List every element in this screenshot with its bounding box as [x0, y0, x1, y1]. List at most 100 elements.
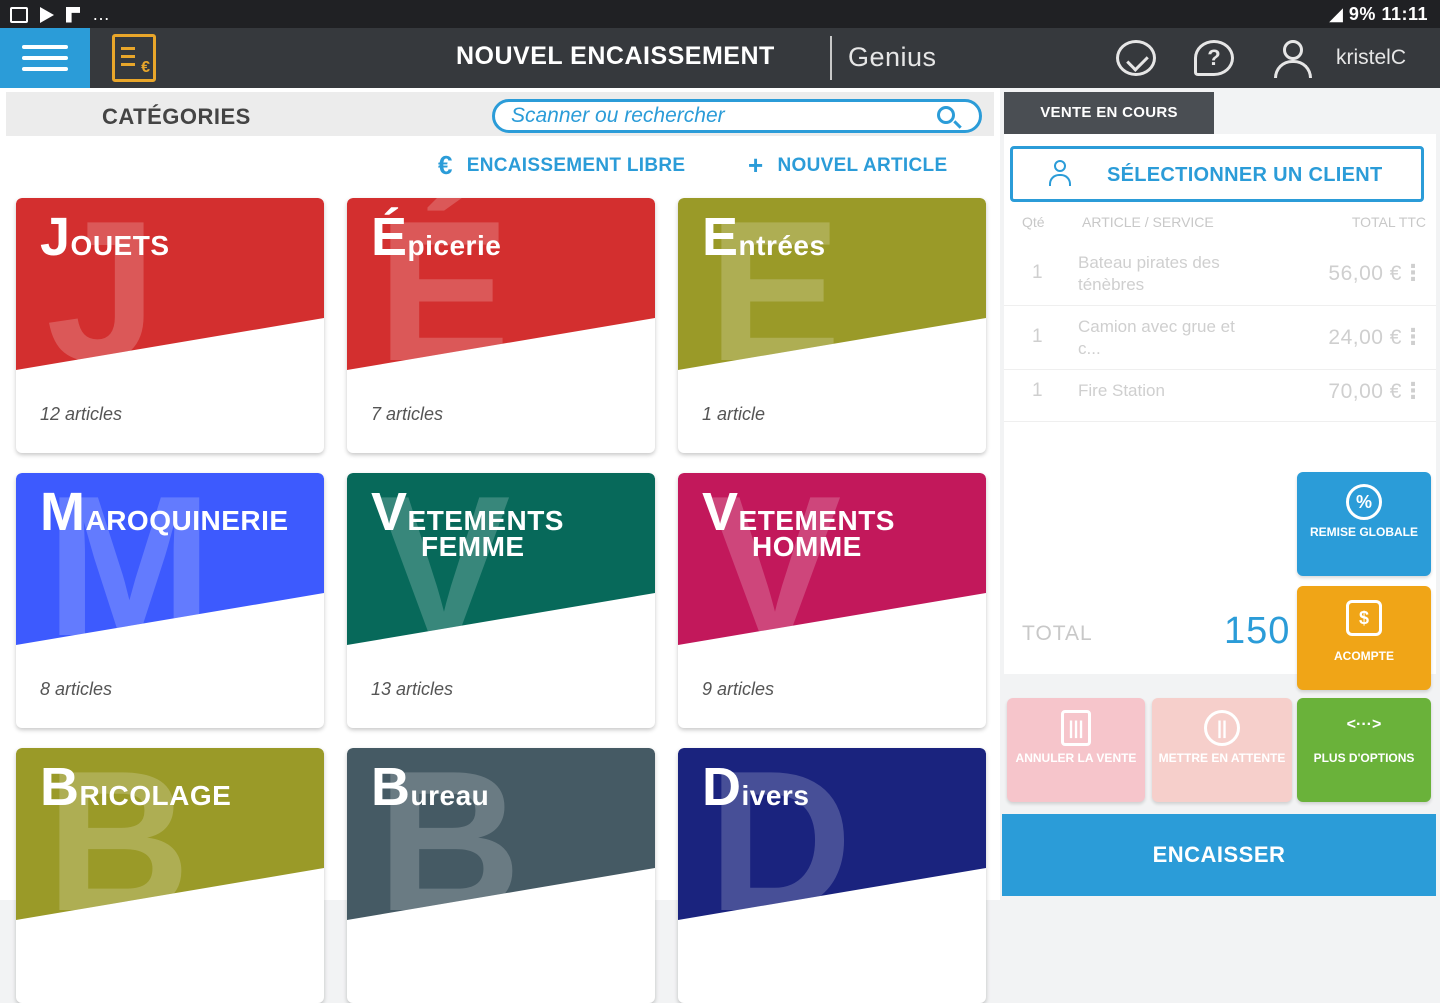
- title-divider: [830, 36, 832, 80]
- help-icon[interactable]: ?: [1194, 40, 1234, 76]
- row-menu-icon[interactable]: ⋮: [1402, 260, 1424, 286]
- category-band: É Épicerie: [347, 198, 655, 370]
- search-input[interactable]: [511, 104, 911, 128]
- row-price: 56,00 €: [1328, 262, 1402, 285]
- tab-vente-en-cours[interactable]: VENTE EN COURS: [1004, 92, 1214, 134]
- search-box[interactable]: [492, 99, 982, 133]
- play-icon: [40, 6, 54, 23]
- category-card-bricolage[interactable]: B BRICOLAGE: [16, 748, 324, 1003]
- row-article-name: Fire Station: [1078, 381, 1165, 400]
- remise-globale-label: REMISE GLOBALE: [1309, 525, 1418, 539]
- category-card-divers[interactable]: D Divers: [678, 748, 986, 1003]
- pause-icon: ||: [1204, 710, 1240, 746]
- row-qty: 1: [1032, 326, 1043, 347]
- ticket-row[interactable]: 1 Bateau pirates des ténèbres 56,00 € ⋮: [1004, 244, 1436, 306]
- category-name: BRICOLAGE: [40, 757, 232, 817]
- category-article-count: 7 articles: [371, 404, 444, 424]
- nouvel-article-link[interactable]: + NOUVEL ARTICLE: [748, 150, 947, 181]
- total-value: 150: [1224, 610, 1291, 652]
- category-card-jouets[interactable]: J JOUETS 12 articles: [16, 198, 324, 453]
- category-card-vetements-femme[interactable]: V VETEMENTS FEMME 13 articles: [347, 473, 655, 728]
- category-band: J JOUETS: [16, 198, 324, 370]
- acompte-label: ACOMPTE: [1334, 649, 1394, 663]
- hamburger-menu-button[interactable]: [0, 28, 90, 88]
- category-band: M MAROQUINERIE: [16, 473, 324, 645]
- categories-bar: CATÉGORIES: [6, 92, 994, 136]
- acompte-button[interactable]: $ ACOMPTE: [1297, 586, 1431, 690]
- menu-line: [22, 67, 68, 71]
- annuler-vente-label: ANNULER LA VENTE: [1015, 751, 1137, 765]
- row-qty: 1: [1032, 380, 1043, 401]
- trash-icon: |||: [1061, 710, 1091, 746]
- plus-icon: +: [748, 150, 764, 180]
- total-label: TOTAL: [1022, 622, 1093, 645]
- mettre-en-attente-button[interactable]: || METTRE EN ATTENTE: [1152, 698, 1292, 802]
- row-menu-icon[interactable]: ⋮: [1402, 378, 1424, 404]
- flipboard-icon: [66, 6, 80, 23]
- category-name: Épicerie: [371, 207, 502, 267]
- gallery-icon: [10, 6, 28, 23]
- category-name: JOUETS: [40, 207, 170, 267]
- encaissement-libre-link[interactable]: € ENCAISSEMENT LIBRE: [438, 150, 685, 181]
- category-name: VETEMENTS FEMME: [371, 482, 564, 562]
- page-title: NOUVEL ENCAISSEMENT: [456, 42, 775, 70]
- select-client-label: SÉLECTIONNER UN CLIENT: [1107, 164, 1383, 186]
- col-qty: Qté: [1022, 214, 1045, 230]
- more-notifications-icon: …: [92, 4, 110, 24]
- encaissement-libre-label: ENCAISSEMENT LIBRE: [466, 154, 686, 176]
- category-card-bureau[interactable]: B Bureau: [347, 748, 655, 1003]
- row-price: 24,00 €: [1328, 326, 1402, 349]
- more-options-icon: <···>: [1346, 716, 1382, 733]
- category-band: B Bureau: [347, 748, 655, 920]
- category-band: B BRICOLAGE: [16, 748, 324, 920]
- euro-icon: €: [438, 150, 453, 180]
- ticket-row[interactable]: 1 Fire Station 70,00 € ⋮: [1004, 370, 1436, 422]
- row-article-name: Bateau pirates des ténèbres: [1078, 253, 1220, 294]
- remise-globale-button[interactable]: % REMISE GLOBALE: [1297, 472, 1431, 576]
- system-status-bar: … ◢ 9% 11:11: [0, 0, 1440, 28]
- user-icon[interactable]: [1272, 40, 1316, 78]
- category-name: Bureau: [371, 757, 490, 817]
- menu-line: [22, 56, 68, 60]
- receipt-euro-icon[interactable]: [112, 34, 156, 82]
- percent-icon: %: [1346, 484, 1382, 520]
- category-card-maroquinerie[interactable]: M MAROQUINERIE 8 articles: [16, 473, 324, 728]
- search-icon[interactable]: [937, 106, 955, 124]
- client-icon: [1049, 160, 1071, 188]
- annuler-vente-button[interactable]: ||| ANNULER LA VENTE: [1007, 698, 1145, 802]
- col-article: ARTICLE / SERVICE: [1082, 214, 1214, 230]
- category-band: E Entrées: [678, 198, 986, 370]
- col-total: TOTAL TTC: [1351, 214, 1426, 230]
- category-name: Divers: [702, 757, 810, 817]
- username-label[interactable]: kristelC: [1336, 46, 1406, 70]
- category-name: VETEMENTS HOMME: [702, 482, 895, 562]
- category-article-count: 12 articles: [40, 404, 123, 424]
- brand-logo: Genius: [848, 42, 937, 72]
- category-article-count: 9 articles: [702, 679, 775, 699]
- row-price: 70,00 €: [1328, 380, 1402, 403]
- signal-icon: ◢: [1329, 4, 1349, 24]
- check-circle-icon[interactable]: [1116, 40, 1156, 76]
- encaisser-button[interactable]: ENCAISSER: [1002, 814, 1436, 896]
- nouvel-article-label: NOUVEL ARTICLE: [777, 154, 948, 176]
- category-name: Entrées: [702, 207, 826, 267]
- deposit-icon: $: [1346, 600, 1382, 636]
- row-article-name: Camion avec grue et c...: [1078, 317, 1235, 358]
- mettre-en-attente-label: METTRE EN ATTENTE: [1158, 751, 1286, 765]
- category-article-count: 13 articles: [371, 679, 454, 699]
- category-article-count: 1 article: [702, 404, 766, 424]
- battery-time: 9% 11:11: [1348, 4, 1428, 24]
- category-card-epicerie[interactable]: É Épicerie 7 articles: [347, 198, 655, 453]
- plus-options-button[interactable]: <···> PLUS D'OPTIONS: [1297, 698, 1431, 802]
- category-article-count: 8 articles: [40, 679, 113, 699]
- ticket-row[interactable]: 1 Camion avec grue et c... 24,00 € ⋮: [1004, 308, 1436, 370]
- row-menu-icon[interactable]: ⋮: [1402, 324, 1424, 350]
- menu-line: [22, 45, 68, 49]
- category-card-entrees[interactable]: E Entrées 1 article: [678, 198, 986, 453]
- select-client-button[interactable]: SÉLECTIONNER UN CLIENT: [1010, 146, 1424, 202]
- category-card-vetements-homme[interactable]: V VETEMENTS HOMME 9 articles: [678, 473, 986, 728]
- category-band: D Divers: [678, 748, 986, 920]
- categories-panel: CATÉGORIES € ENCAISSEMENT LIBRE + NOUVEL…: [0, 88, 1000, 1003]
- category-name: MAROQUINERIE: [40, 482, 289, 542]
- notification-icons: …: [10, 4, 110, 25]
